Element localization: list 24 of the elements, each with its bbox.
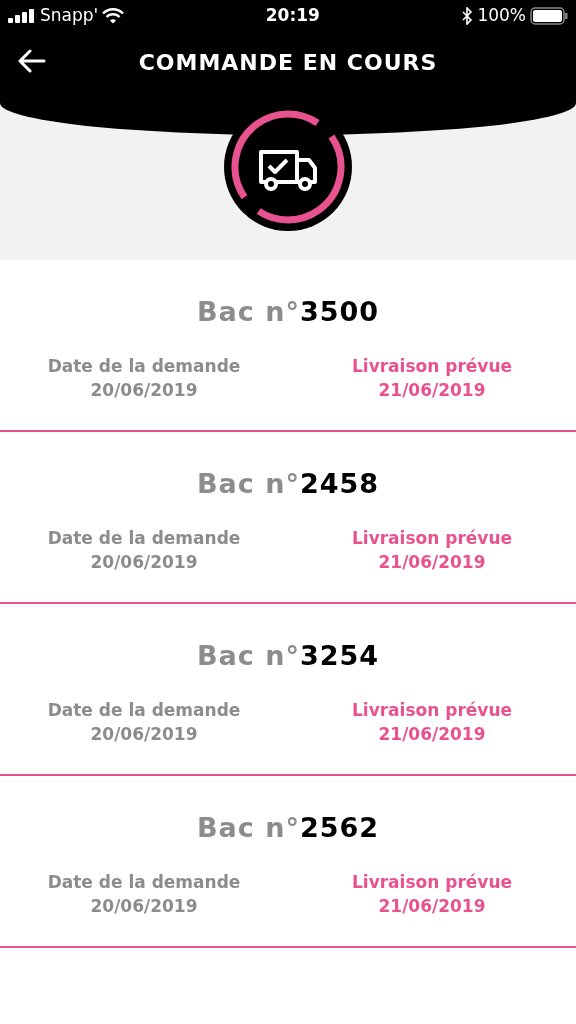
delivery-date-label: Livraison prévue xyxy=(351,355,512,378)
request-date-label: Date de la demande xyxy=(47,699,241,722)
delivery-date-label: Livraison prévue xyxy=(351,699,512,722)
battery-percent: 100% xyxy=(477,4,526,28)
delivery-date: 21/06/2019 xyxy=(378,723,486,746)
screen-title: COMMANDE EN COURS xyxy=(138,48,438,77)
request-date: 20/06/2019 xyxy=(90,723,198,746)
delivery-date-label: Livraison prévue xyxy=(351,527,512,550)
delivery-date: 21/06/2019 xyxy=(378,551,486,574)
delivery-date: 21/06/2019 xyxy=(378,379,486,402)
bin-number: Bac n°2458 xyxy=(195,467,381,501)
delivery-date: 21/06/2019 xyxy=(378,895,486,918)
bin-number: Bac n°3254 xyxy=(195,639,381,673)
request-date-label: Date de la demande xyxy=(47,527,241,550)
clock-time: 20:19 xyxy=(265,4,320,28)
carrier-name: Snapp' xyxy=(40,4,99,28)
bin-number: Bac n°3500 xyxy=(195,295,381,329)
request-date-label: Date de la demande xyxy=(47,355,241,378)
request-date: 20/06/2019 xyxy=(90,895,198,918)
request-date: 20/06/2019 xyxy=(90,379,198,402)
request-date: 20/06/2019 xyxy=(90,551,198,574)
request-date-label: Date de la demande xyxy=(47,871,241,894)
bin-number: Bac n°2562 xyxy=(195,811,381,845)
delivery-date-label: Livraison prévue xyxy=(351,871,512,894)
